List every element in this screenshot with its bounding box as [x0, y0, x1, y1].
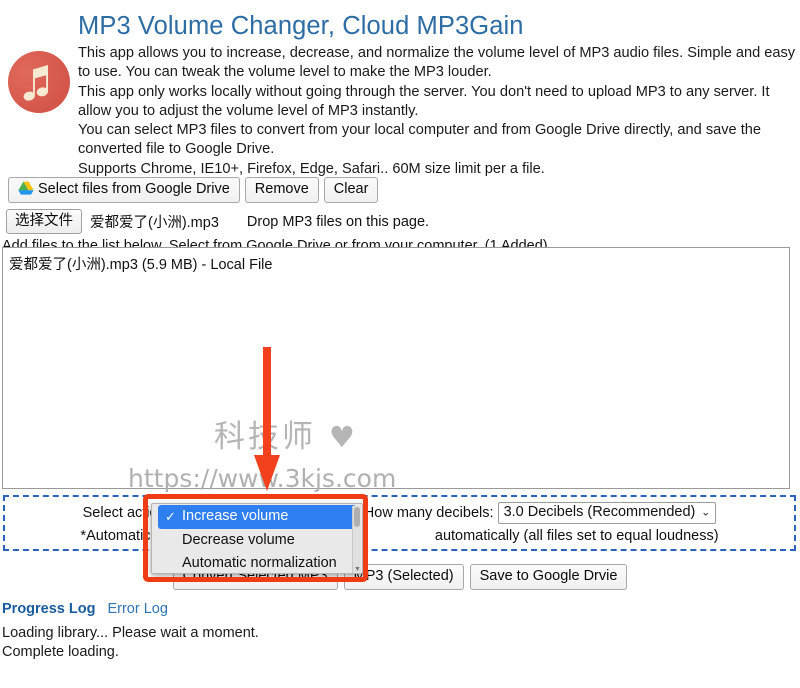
tab-error-log[interactable]: Error Log — [107, 601, 167, 617]
tab-progress-log[interactable]: Progress Log — [2, 601, 95, 617]
normalization-note-row: *Automatic normalization automatically (… — [5, 528, 794, 544]
action-select-dropdown[interactable]: ✓ Increase volume Decrease volume Automat… — [151, 503, 363, 574]
description-line: This app only works locally without goin… — [78, 83, 770, 119]
action-buttons-row: Convert Selected MP3 MP3 (Selected) Save t… — [0, 564, 800, 590]
page-title: MP3 Volume Changer, Cloud MP3Gain — [78, 12, 524, 40]
select-files-from-google-drive-label: Select files from Google Drive — [38, 181, 230, 197]
chosen-file-name: 爱都爱了(小洲).mp3 — [90, 215, 219, 231]
remove-button[interactable]: Remove — [244, 177, 319, 203]
decibels-select[interactable]: 3.0 Decibels (Recommended) ⌄ — [497, 502, 717, 524]
log-line: Loading library... Please wait a moment. — [2, 625, 259, 641]
log-tabs: Progress Log Error Log — [2, 601, 168, 617]
select-files-from-google-drive-button[interactable]: Select files from Google Drive — [8, 177, 240, 203]
watermark-text: 科技师 ♥ — [214, 411, 355, 456]
chevron-down-icon: ⌄ — [701, 506, 711, 519]
dropdown-scrollbar[interactable]: ▲ ▼ — [352, 506, 361, 573]
dropdown-option-increase-volume[interactable]: ✓ Increase volume — [158, 505, 356, 529]
dropdown-option-decrease-volume[interactable]: Decrease volume — [152, 529, 362, 553]
list-item[interactable]: 爱都爱了(小洲).mp3 (5.9 MB) - Local File — [3, 248, 789, 274]
toolbar: Select files from Google Drive Remove Cle… — [8, 177, 383, 203]
clear-button[interactable]: Clear — [323, 177, 379, 203]
normalization-note-suffix: automatically (all files set to equal lo… — [434, 528, 719, 544]
check-icon: ✓ — [165, 509, 176, 524]
decibels-select-value: 3.0 Decibels (Recommended) — [503, 504, 696, 520]
file-input-row: 选择文件 爱都爱了(小洲).mp3 Drop MP3 files on this p… — [6, 209, 429, 234]
dropdown-option-label: Increase volume — [182, 508, 289, 524]
description-line: You can select MP3 files to convert from… — [78, 122, 761, 158]
app-description: This app allows you to increase, decreas… — [78, 44, 800, 179]
dropdown-option-label: Decrease volume — [182, 531, 295, 548]
decibels-label: How many decibels: — [363, 504, 494, 521]
scrollbar-thumb[interactable] — [354, 507, 360, 527]
watermark-label: 科技师 — [214, 419, 316, 455]
dropdown-option-automatic-normalization[interactable]: Automatic normalization — [152, 552, 362, 573]
file-list-box[interactable]: 爱都爱了(小洲).mp3 (5.9 MB) - Local File — [2, 247, 790, 489]
google-drive-icon — [18, 181, 34, 195]
drop-files-hint: Drop MP3 files on this page. — [246, 213, 430, 230]
description-line: This app allows you to increase, decreas… — [78, 45, 796, 81]
select-action-row: Select action: How many decibels: 3.0 De… — [5, 502, 794, 524]
log-output: Loading library... Please wait a moment.… — [2, 624, 259, 662]
dropdown-option-label: Automatic normalization — [182, 555, 337, 571]
log-line: Complete loading. — [2, 644, 119, 660]
music-note-app-icon — [8, 51, 70, 113]
scroll-down-arrow-icon[interactable]: ▼ — [354, 566, 361, 573]
heart-icon: ♥ — [328, 420, 355, 454]
choose-file-button[interactable]: 选择文件 — [6, 209, 82, 234]
options-panel: Select action: How many decibels: 3.0 De… — [3, 495, 796, 551]
watermark-url: https://www.3kjs.com — [128, 464, 397, 493]
save-to-google-drive-button[interactable]: Save to Google Drvie — [469, 564, 628, 590]
